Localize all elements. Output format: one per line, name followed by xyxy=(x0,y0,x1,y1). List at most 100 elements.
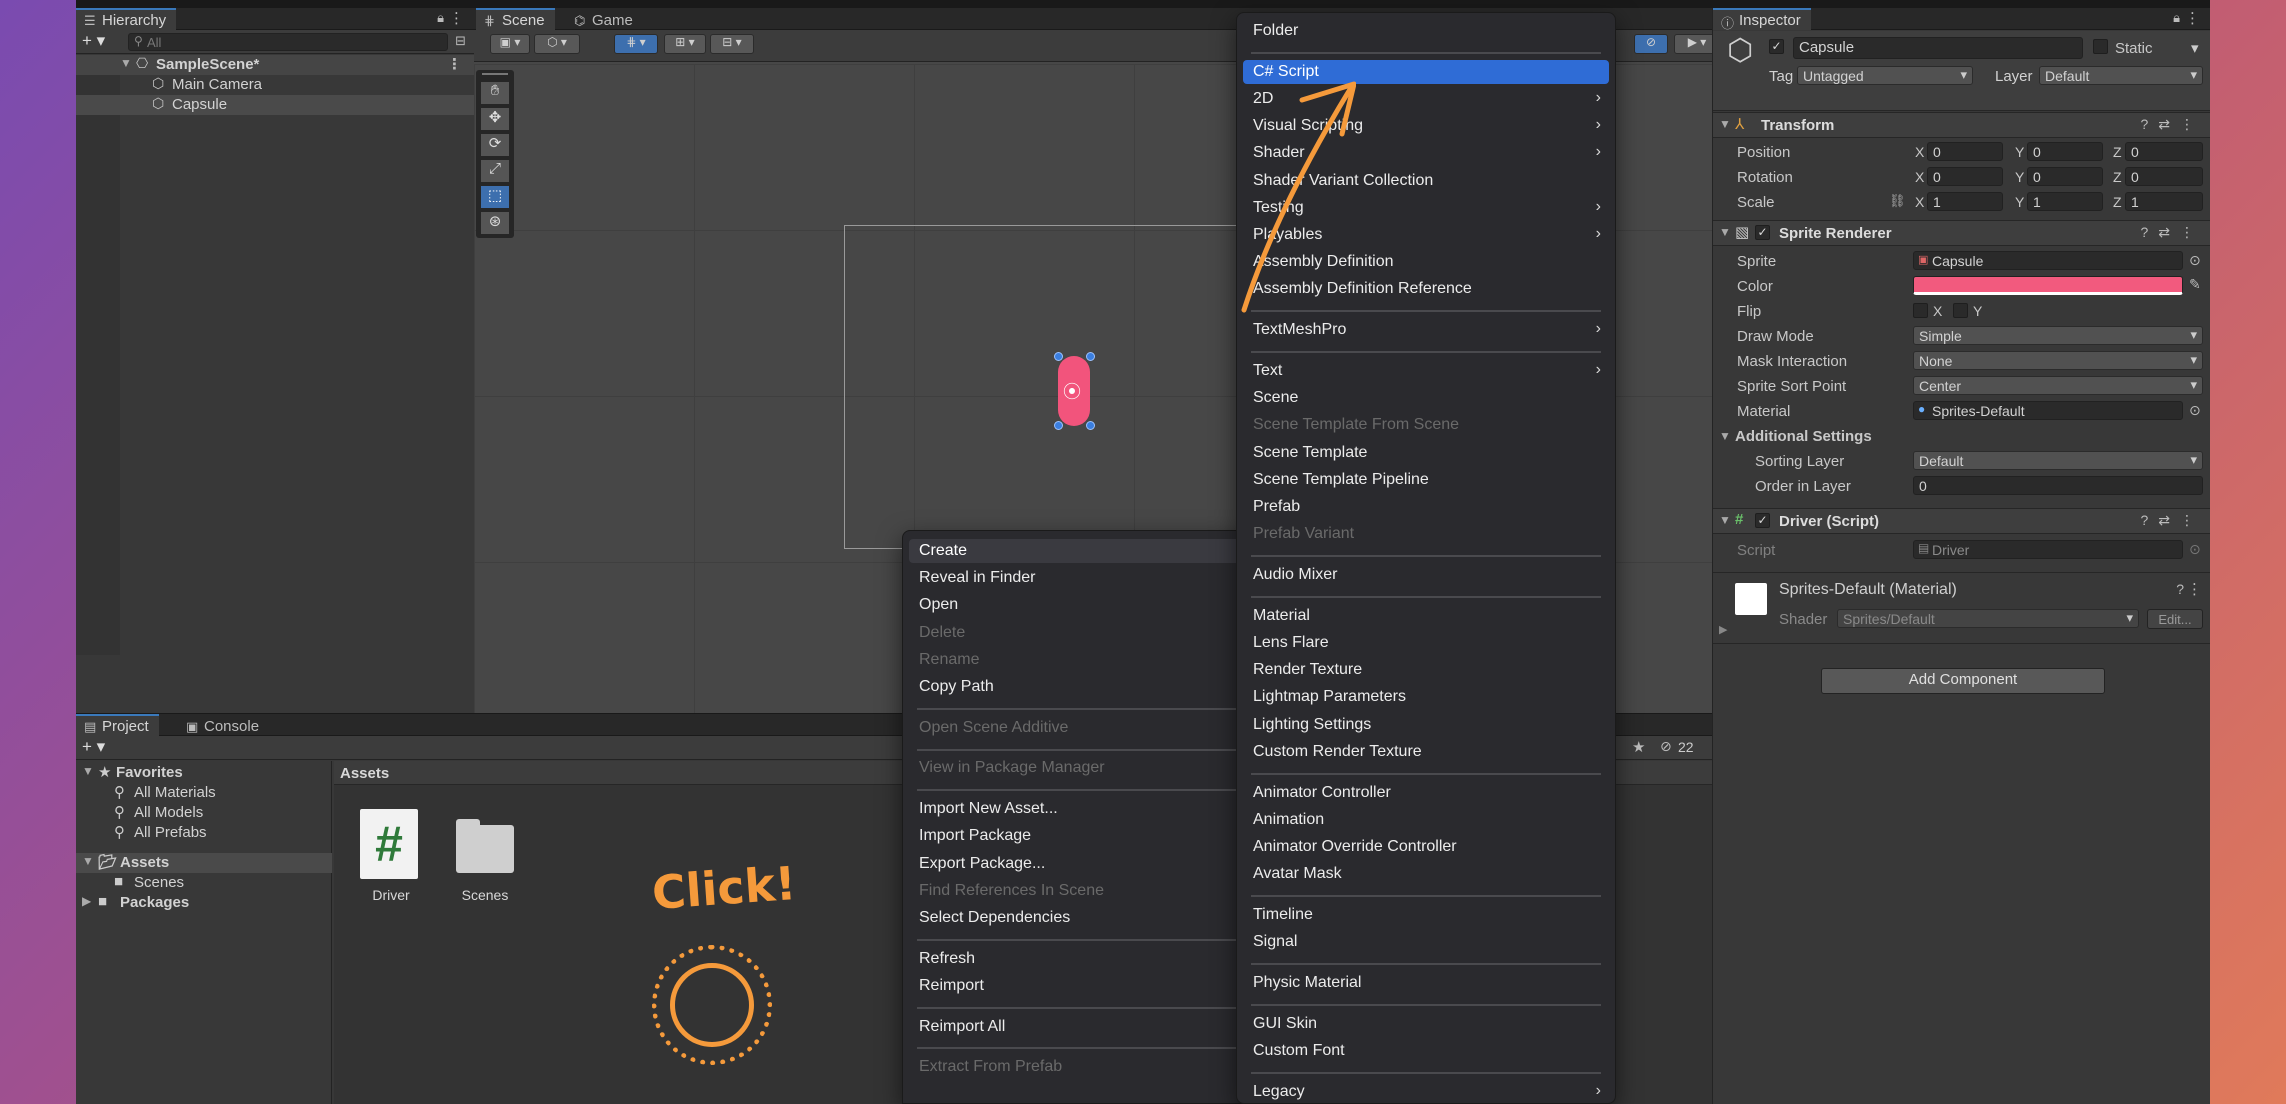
sprite-renderer-header[interactable]: ▼ ▧ ✓ Sprite Renderer ?⇄⋮ xyxy=(1713,220,2210,246)
tab-project[interactable]: ▤ Project xyxy=(76,714,159,736)
position-y-field[interactable]: 0 xyxy=(2027,142,2103,161)
object-picker-icon[interactable]: ⊙ xyxy=(2189,402,2201,419)
draw-mode-button[interactable]: ▣ ▾ xyxy=(490,34,530,54)
create-dropdown-button[interactable]: + ▾ xyxy=(82,737,105,757)
sort-point-dropdown[interactable]: Center xyxy=(1913,376,2203,395)
create_menu-item-animation[interactable]: Animation xyxy=(1243,808,1609,832)
rotate-tool-icon[interactable]: ⟳ xyxy=(481,134,509,156)
expand-arrow-icon[interactable]: ▼ xyxy=(1719,117,1731,131)
rect-tool-icon[interactable]: ⬚ xyxy=(481,186,509,208)
driver-script-header[interactable]: ▼ # ✓ Driver (Script) ?⇄⋮ xyxy=(1713,508,2210,534)
kebab-menu-icon[interactable]: ⋮ xyxy=(449,9,464,27)
layer-dropdown[interactable]: Default xyxy=(2039,66,2203,85)
position-x-field[interactable]: 0 xyxy=(1927,142,2003,161)
favorites-header[interactable]: ▼ ★ Favorites xyxy=(76,763,332,783)
flip-y-checkbox[interactable] xyxy=(1953,303,1968,318)
capsule-sprite[interactable]: ⦿ xyxy=(1058,356,1090,426)
selection-handle-bl[interactable] xyxy=(1054,421,1063,430)
selection-handle-tr[interactable] xyxy=(1086,352,1095,361)
object-picker-icon[interactable]: ⊙ xyxy=(2189,252,2201,269)
inspector-kebab-icon[interactable]: ⋮ xyxy=(2185,9,2200,27)
asset-driver[interactable]: # Driver xyxy=(356,809,426,909)
create_menu-item-legacy[interactable]: Legacy › xyxy=(1243,1080,1609,1104)
asset-scenes[interactable]: Scenes xyxy=(450,809,520,909)
hierarchy-search-input[interactable]: ⚲ All xyxy=(128,33,448,51)
mask-interaction-dropdown[interactable]: None xyxy=(1913,351,2203,370)
order-in-layer-field[interactable]: 0 xyxy=(1913,476,2203,495)
favorite-star-icon[interactable]: ★ xyxy=(1632,738,1645,756)
object-name-input[interactable]: Capsule xyxy=(1793,37,2083,59)
create_menu-item-lightmap-parameters[interactable]: Lightmap Parameters xyxy=(1243,685,1609,709)
create_menu-item-gui-skin[interactable]: GUI Skin xyxy=(1243,1012,1609,1036)
add-dropdown-button[interactable]: + ▾ xyxy=(82,31,105,51)
tab-scene[interactable]: ⋕ Scene xyxy=(476,8,555,30)
rotation-y-field[interactable]: 0 xyxy=(2027,167,2103,186)
create_menu-item-lens-flare[interactable]: Lens Flare xyxy=(1243,631,1609,655)
expand-arrow-icon[interactable]: ▼ xyxy=(82,854,94,868)
transform-header[interactable]: ▼ ⅄ Transform ?⇄⋮ xyxy=(1713,112,2210,138)
scene-search-icon[interactable]: ⊟ xyxy=(455,33,466,49)
create_menu-item-textmeshpro[interactable]: TextMeshPro › xyxy=(1243,318,1609,342)
create_menu-item-audio-mixer[interactable]: Audio Mixer xyxy=(1243,563,1609,587)
create_menu-item-animator-controller[interactable]: Animator Controller xyxy=(1243,781,1609,805)
component-actions-icons[interactable]: ?⇄⋮ xyxy=(2140,512,2204,529)
expand-arrow-icon[interactable]: ▶ xyxy=(1719,623,1727,636)
create_menu-item-prefab[interactable]: Prefab xyxy=(1243,495,1609,519)
rotation-x-field[interactable]: 0 xyxy=(1927,167,2003,186)
expand-arrow-icon[interactable]: ▼ xyxy=(1719,513,1731,527)
tab-game[interactable]: ⌬ Game xyxy=(566,8,643,30)
scale-y-field[interactable]: 1 xyxy=(2027,192,2103,211)
expand-arrow-icon[interactable]: ▼ xyxy=(1719,429,1731,443)
2d-toggle-button[interactable]: ⬡ ▾ xyxy=(534,34,580,54)
scene-row[interactable]: ▼ ⎔ SampleScene* ⋮ xyxy=(76,55,474,75)
move-tool-icon[interactable]: ✥ xyxy=(481,108,509,130)
create_menu-item-scene[interactable]: Scene xyxy=(1243,386,1609,410)
expand-arrow-icon[interactable]: ▼ xyxy=(82,764,94,778)
transform-tool-icon[interactable]: ⊛ xyxy=(481,212,509,234)
increment-snap-button[interactable]: ⊟ ▾ xyxy=(710,34,754,54)
expand-arrow-icon[interactable]: ▼ xyxy=(1719,225,1731,239)
create_menu-item-custom-font[interactable]: Custom Font xyxy=(1243,1039,1609,1063)
flip-x-checkbox[interactable] xyxy=(1913,303,1928,318)
constrain-proportions-icon[interactable]: ⛓ xyxy=(1889,193,1906,209)
hand-tool-icon[interactable]: ✋︎ xyxy=(481,82,509,104)
breadcrumb-assets[interactable]: Assets xyxy=(340,765,389,782)
draw-mode-dropdown[interactable]: Simple xyxy=(1913,326,2203,345)
favorite-item[interactable]: ⚲ All Prefabs xyxy=(76,823,332,843)
create_menu-item-custom-render-texture[interactable]: Custom Render Texture xyxy=(1243,740,1609,764)
create_menu-item-timeline[interactable]: Timeline xyxy=(1243,903,1609,927)
selection-handle-tl[interactable] xyxy=(1054,352,1063,361)
hierarchy-item-capsule[interactable]: ⬡ Capsule xyxy=(76,95,474,115)
tab-console[interactable]: ▣ Console xyxy=(178,714,269,736)
eyedropper-icon[interactable]: ✎ xyxy=(2189,276,2201,293)
position-z-field[interactable]: 0 xyxy=(2125,142,2203,161)
component-actions-icons[interactable]: ?⇄⋮ xyxy=(2140,116,2204,133)
gizmos-grid-button[interactable]: ⋕ ▾ xyxy=(614,34,658,54)
scenes-folder-row[interactable]: ■ Scenes xyxy=(76,873,332,893)
create_menu-item-folder[interactable]: Folder xyxy=(1243,19,1609,43)
inspector-lock-icon[interactable]: 🔒︎ xyxy=(2173,10,2180,26)
create_menu-item-signal[interactable]: Signal xyxy=(1243,930,1609,954)
create_menu-item-lighting-settings[interactable]: Lighting Settings xyxy=(1243,713,1609,737)
static-dropdown-icon[interactable]: ▾ xyxy=(2191,39,2199,57)
create_menu-item-physic-material[interactable]: Physic Material xyxy=(1243,971,1609,995)
material-kebab-icon[interactable]: ⋮ xyxy=(2187,580,2202,598)
hidden-packages-icon[interactable]: ⊘ xyxy=(1660,738,1672,755)
static-checkbox[interactable] xyxy=(2093,39,2108,54)
visibility-toggle-button[interactable]: ⊘ xyxy=(1634,34,1668,54)
color-swatch[interactable] xyxy=(1913,276,2183,295)
sprite-object-field[interactable]: ▣ Capsule xyxy=(1913,251,2183,270)
create_menu-item-render-texture[interactable]: Render Texture xyxy=(1243,658,1609,682)
favorite-item[interactable]: ⚲ All Models xyxy=(76,803,332,823)
snap-button[interactable]: ⊞ ▾ xyxy=(664,34,706,54)
sprite-renderer-enabled-checkbox[interactable]: ✓ xyxy=(1755,225,1770,240)
sorting-layer-dropdown[interactable]: Default xyxy=(1913,451,2203,470)
rotation-z-field[interactable]: 0 xyxy=(2125,167,2203,186)
hierarchy-item-main-camera[interactable]: ⬡ Main Camera xyxy=(76,75,474,95)
collapse-arrow-icon[interactable]: ▶ xyxy=(82,894,91,908)
scale-tool-icon[interactable]: ⤢ xyxy=(481,160,509,182)
assets-folder-row[interactable]: ▼ 📂︎ Assets xyxy=(76,853,332,873)
tag-dropdown[interactable]: Untagged xyxy=(1797,66,1973,85)
shader-dropdown[interactable]: Sprites/Default xyxy=(1837,609,2139,628)
create_menu-item-scene-template[interactable]: Scene Template xyxy=(1243,441,1609,465)
